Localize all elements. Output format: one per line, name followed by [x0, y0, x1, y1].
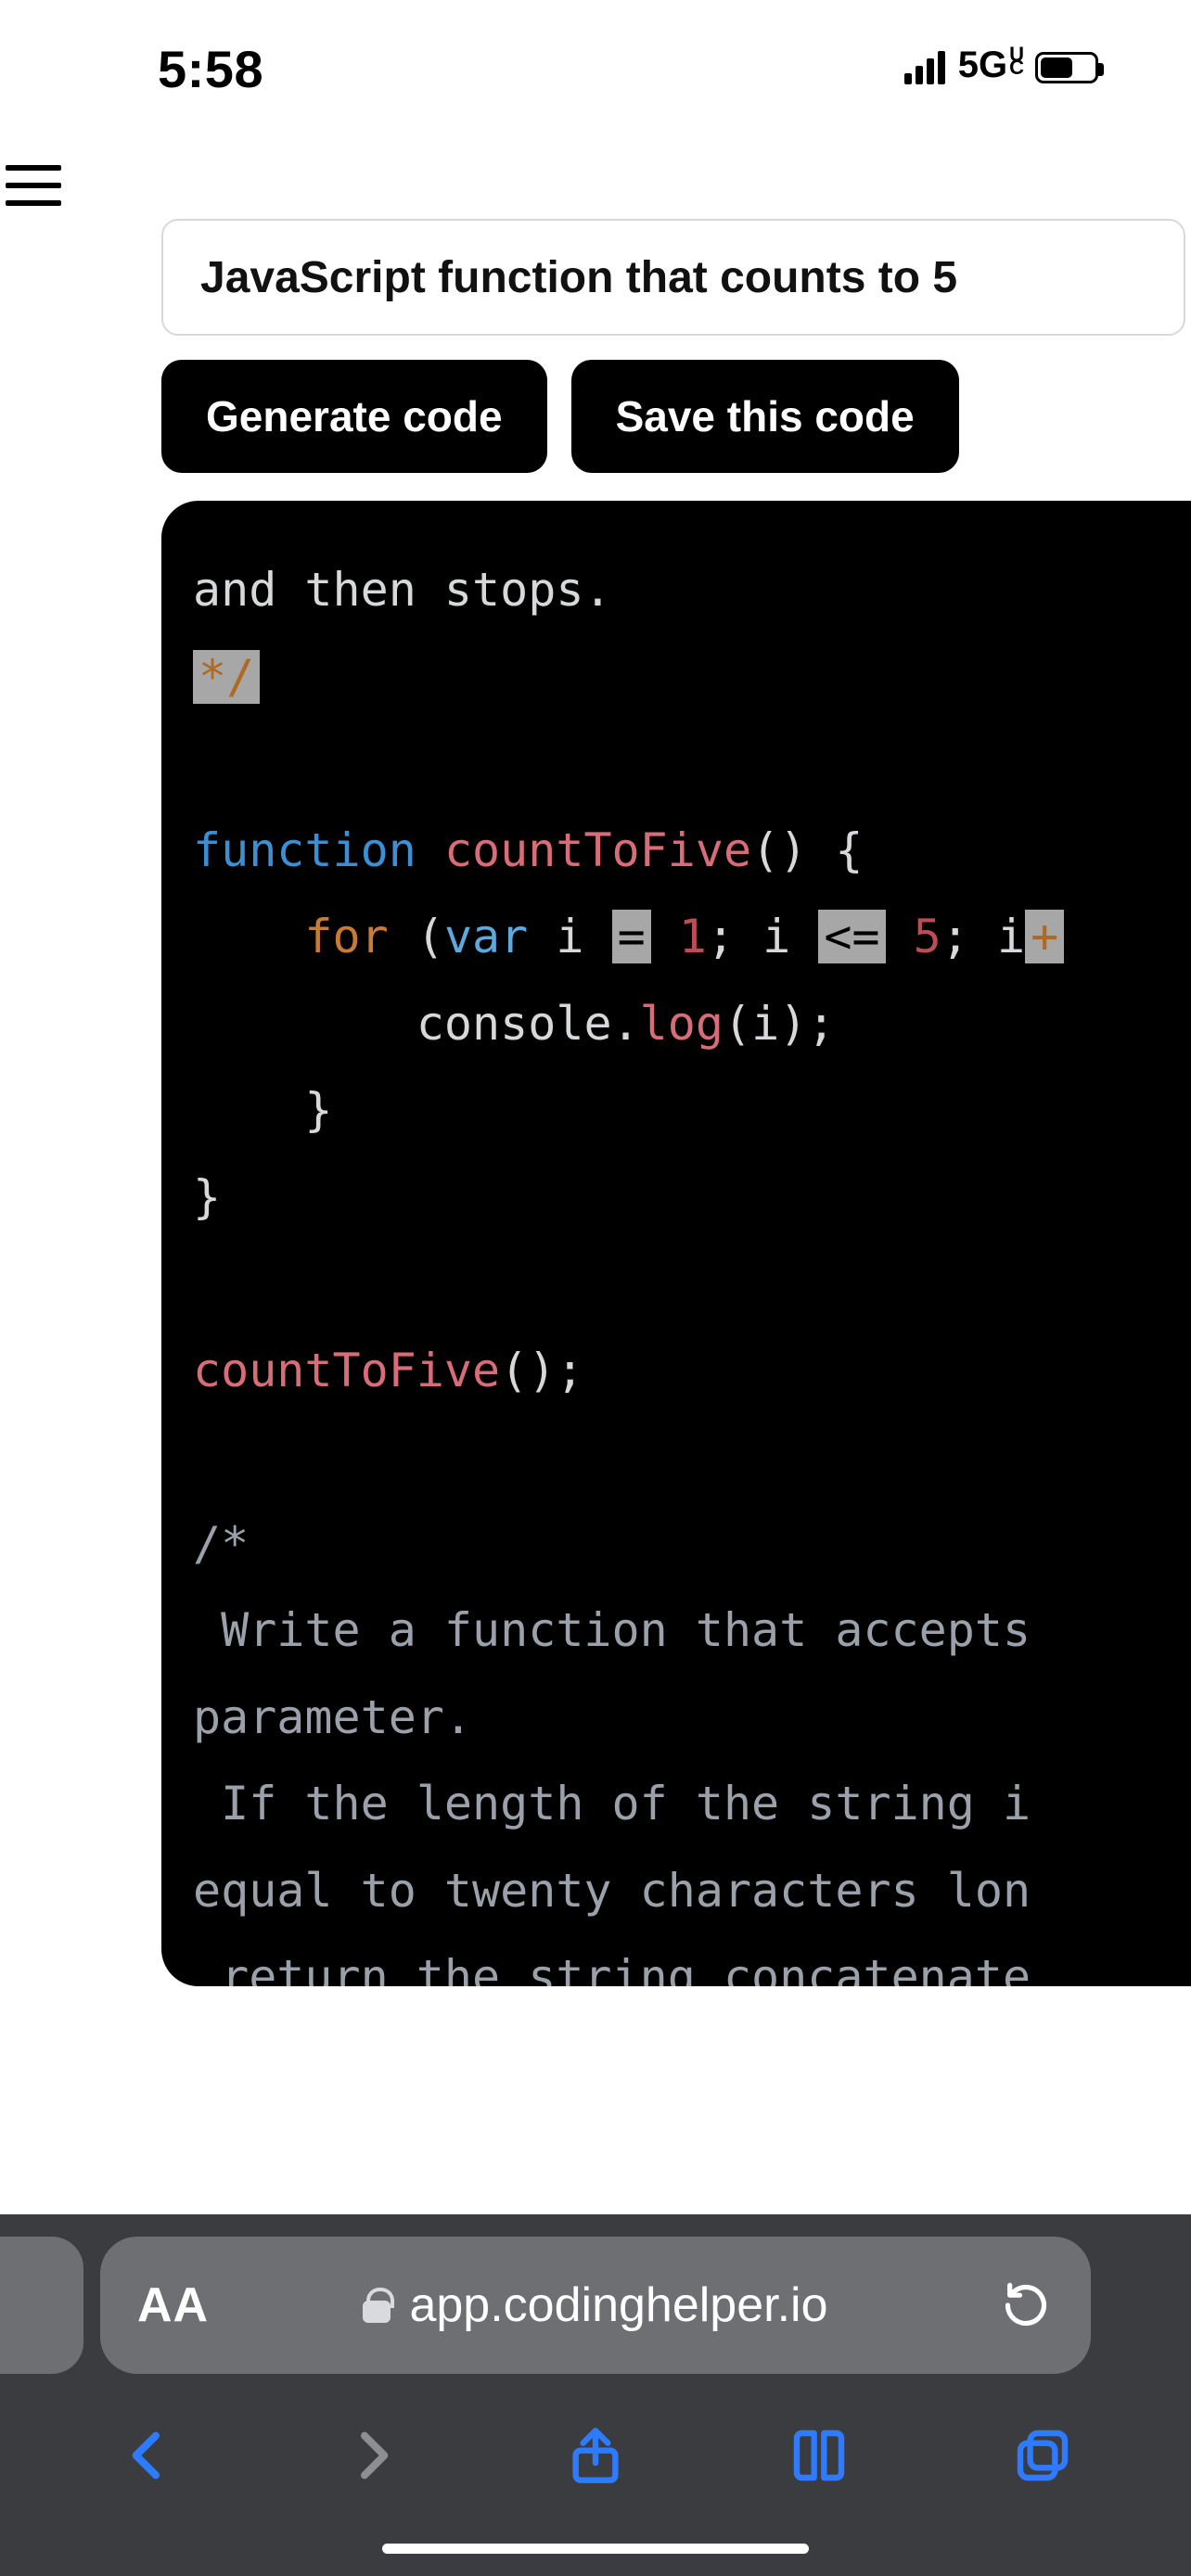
status-time: 5:58 — [158, 39, 263, 99]
status-bar: 5:58 5GUC — [0, 0, 1191, 102]
prompt-text: JavaScript function that counts to 5 — [200, 252, 957, 303]
reader-aa-button[interactable]: AA — [137, 2277, 209, 2333]
network-label: 5GUC — [958, 46, 1022, 88]
button-row: Generate code Save this code — [161, 360, 1191, 473]
cellular-bars-icon — [904, 51, 945, 84]
home-indicator[interactable] — [382, 2544, 809, 2554]
address-bar[interactable]: AA app.codinghelper.io — [100, 2237, 1091, 2374]
generate-code-button[interactable]: Generate code — [161, 360, 547, 473]
browser-chrome: AA app.codinghelper.io — [0, 2214, 1191, 2576]
save-code-button[interactable]: Save this code — [571, 360, 959, 473]
tab-peek[interactable] — [0, 2237, 83, 2374]
prompt-input[interactable]: JavaScript function that counts to 5 — [161, 219, 1185, 336]
reload-button[interactable] — [1002, 2281, 1050, 2329]
status-right: 5GUC — [904, 46, 1098, 88]
browser-toolbar — [0, 2400, 1191, 2511]
tabs-button[interactable] — [1005, 2418, 1080, 2493]
back-button[interactable] — [111, 2418, 186, 2493]
address-text: app.codinghelper.io — [409, 2277, 827, 2333]
menu-button[interactable] — [6, 158, 70, 213]
bookmarks-button[interactable] — [782, 2418, 856, 2493]
share-button[interactable] — [558, 2418, 633, 2493]
lock-icon — [363, 2288, 391, 2323]
address-center: app.codinghelper.io — [363, 2277, 827, 2333]
code-block[interactable]: and then stops. */ function countToFive(… — [161, 501, 1191, 1986]
main-content: JavaScript function that counts to 5 Gen… — [161, 219, 1191, 1986]
forward-button — [335, 2418, 409, 2493]
code-content: and then stops. */ function countToFive(… — [193, 547, 1159, 1986]
battery-icon — [1035, 52, 1098, 83]
